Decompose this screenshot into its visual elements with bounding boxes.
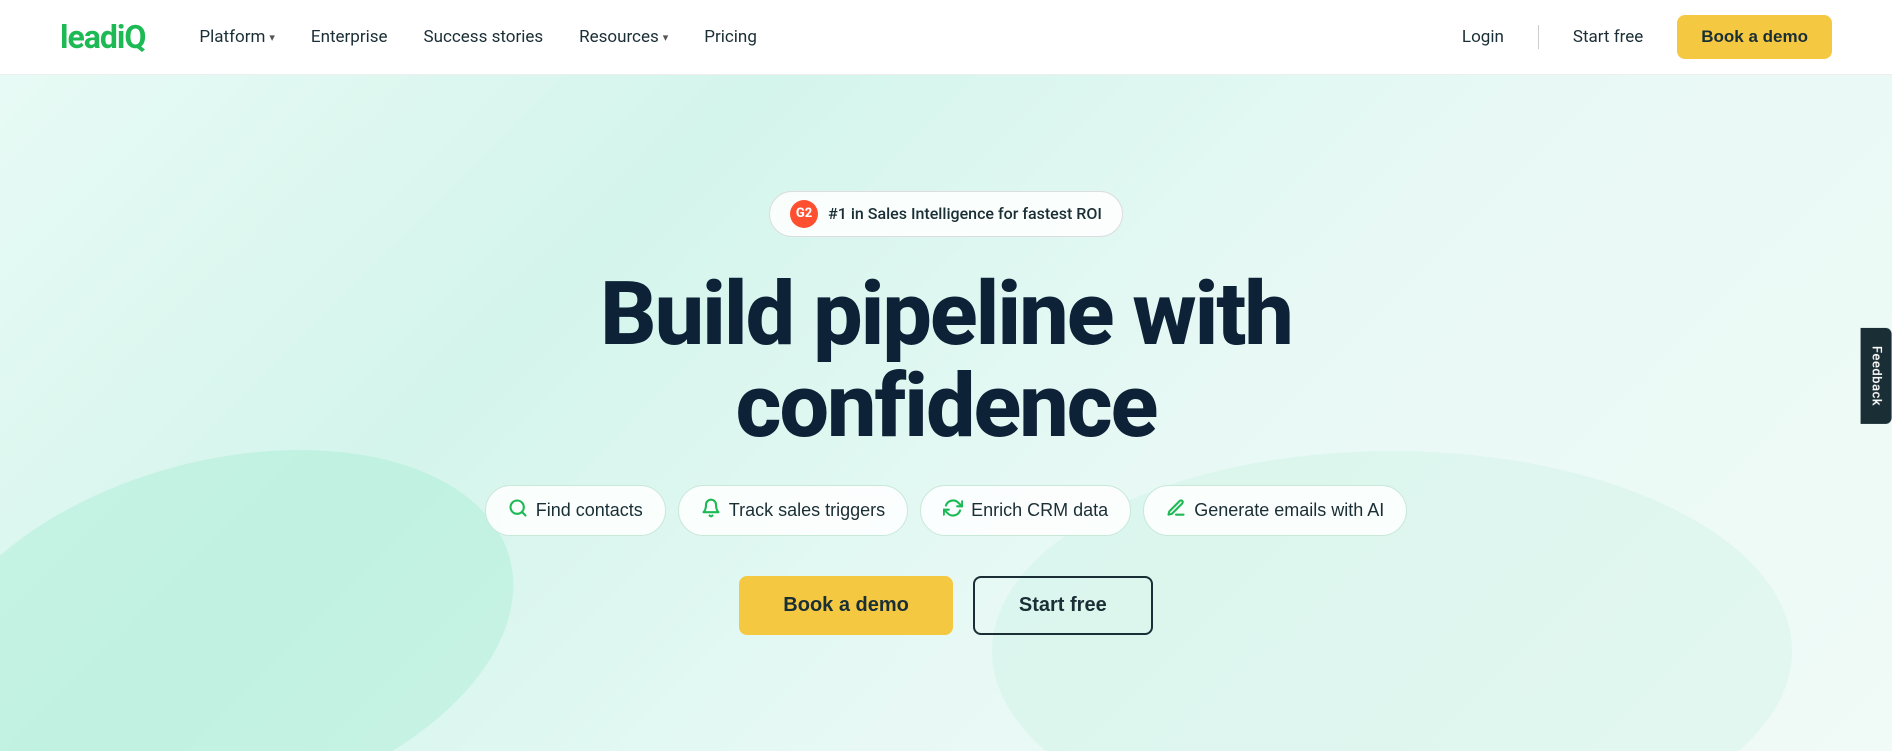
hero-badge: G2 #1 in Sales Intelligence for fastest … [769,191,1123,237]
login-link[interactable]: Login [1448,19,1518,55]
hero-title: Build pipeline with confidence [600,269,1292,454]
hero-title-line2: confidence [736,355,1157,458]
refresh-icon [943,498,963,523]
book-demo-hero-button[interactable]: Book a demo [739,576,953,635]
chevron-down-icon: ▾ [269,31,275,44]
tab-find-contacts[interactable]: Find contacts [485,485,666,536]
nav-enterprise[interactable]: Enterprise [297,19,402,55]
tab-generate-emails[interactable]: Generate emails with AI [1143,485,1407,536]
book-demo-nav-button[interactable]: Book a demo [1677,15,1832,59]
start-free-nav-link[interactable]: Start free [1559,19,1657,55]
hero-section: G2 #1 in Sales Intelligence for fastest … [0,75,1892,751]
tab-find-contacts-label: Find contacts [536,500,643,521]
tab-generate-emails-label: Generate emails with AI [1194,500,1384,521]
nav-links: Platform ▾ Enterprise Success stories Re… [185,19,770,55]
tab-enrich-crm[interactable]: Enrich CRM data [920,485,1131,536]
tab-track-sales-label: Track sales triggers [729,500,885,521]
start-free-hero-button[interactable]: Start free [973,576,1153,635]
tab-enrich-crm-label: Enrich CRM data [971,500,1108,521]
nav-platform[interactable]: Platform ▾ [185,19,288,55]
logo[interactable]: leadiQ [60,18,145,56]
hero-bg-blob [0,389,555,751]
feedback-tab[interactable]: Feedback [1860,327,1891,423]
g2-icon: G2 [790,200,818,228]
nav-pricing[interactable]: Pricing [690,19,771,55]
hero-tabs: Find contacts Track sales triggers [485,485,1408,536]
hero-content: G2 #1 in Sales Intelligence for fastest … [485,191,1408,636]
hero-ctas: Book a demo Start free [739,576,1152,635]
pencil-icon [1166,498,1186,523]
hero-title-line1: Build pipeline with [600,263,1292,366]
navbar-right: Login Start free Book a demo [1448,15,1832,59]
nav-success-stories[interactable]: Success stories [410,19,558,55]
hero-badge-text: #1 in Sales Intelligence for fastest ROI [828,204,1102,223]
chevron-down-icon: ▾ [663,31,669,44]
nav-divider [1538,25,1539,49]
nav-resources[interactable]: Resources ▾ [565,19,682,55]
navbar: leadiQ Platform ▾ Enterprise Success sto… [0,0,1892,75]
bell-icon [701,498,721,523]
tab-track-sales[interactable]: Track sales triggers [678,485,908,536]
navbar-left: leadiQ Platform ▾ Enterprise Success sto… [60,18,771,56]
search-icon [508,498,528,523]
